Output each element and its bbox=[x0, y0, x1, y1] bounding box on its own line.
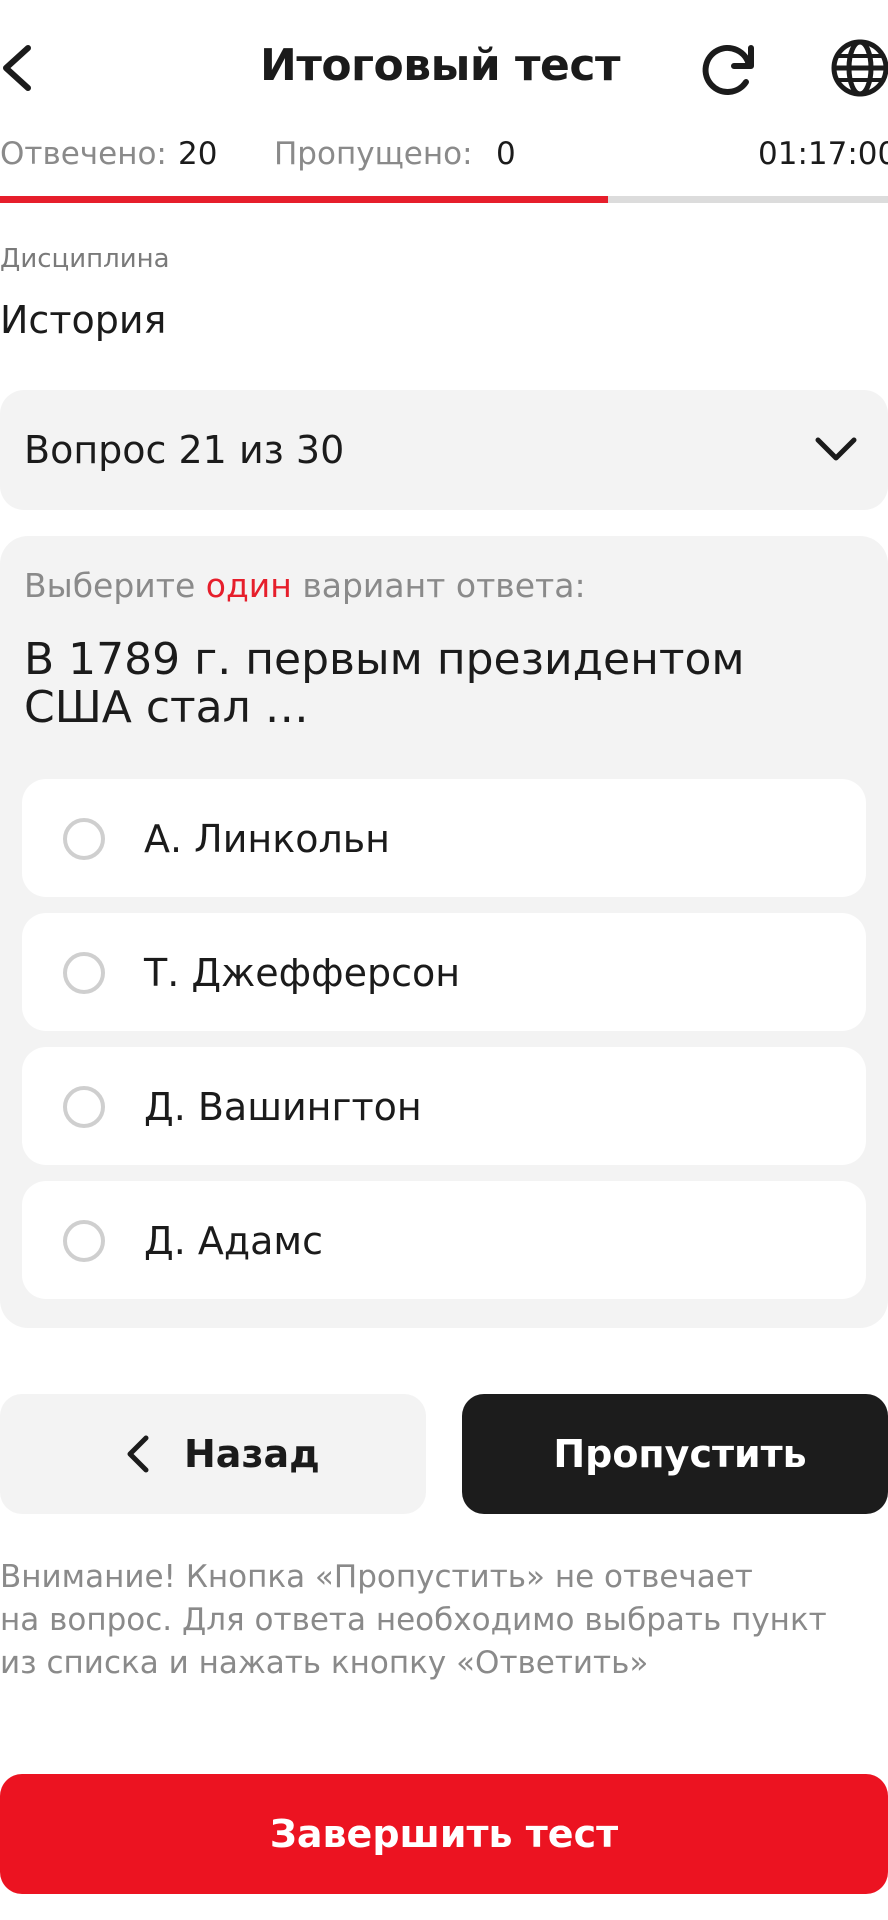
skipped-label: Пропущено: bbox=[274, 136, 473, 172]
progress-bar bbox=[0, 196, 888, 203]
warning-note: Внимание! Кнопка «Пропустить» не отвечае… bbox=[0, 1556, 888, 1685]
instruction-prefix: Выберите bbox=[24, 566, 196, 605]
chevron-left-icon bbox=[3, 45, 31, 91]
language-button[interactable] bbox=[826, 36, 888, 100]
answered-label: Отвечено: bbox=[0, 136, 167, 172]
question-text: В 1789 г. первым президентом США стал … bbox=[24, 634, 745, 733]
globe-icon bbox=[831, 39, 888, 97]
answered-count: 20 bbox=[178, 136, 218, 172]
chevron-down-icon bbox=[815, 437, 857, 461]
answer-option-label: Т. Джефферсон bbox=[144, 951, 461, 995]
skip-button[interactable]: Пропустить bbox=[462, 1394, 888, 1514]
radio-button[interactable] bbox=[63, 1220, 105, 1262]
refresh-button[interactable] bbox=[698, 38, 762, 102]
answer-option[interactable]: Т. Джефферсон bbox=[22, 913, 866, 1031]
radio-button[interactable] bbox=[63, 1086, 105, 1128]
back-button[interactable]: Назад bbox=[0, 1394, 426, 1514]
finish-test-button[interactable]: Завершить тест bbox=[0, 1774, 888, 1894]
progress-fill bbox=[0, 196, 609, 203]
answer-option[interactable]: А. Линкольн bbox=[22, 779, 866, 897]
warning-note-line: Внимание! Кнопка «Пропустить» не отвечае… bbox=[0, 1559, 753, 1595]
back-button-label: Назад bbox=[184, 1432, 320, 1476]
question-selector-label: Вопрос 21 из 30 bbox=[24, 428, 345, 472]
discipline-label: Дисциплина bbox=[0, 244, 170, 274]
answer-option-label: Д. Адамс bbox=[144, 1219, 323, 1263]
answer-option-label: Д. Вашингтон bbox=[144, 1085, 422, 1129]
radio-button[interactable] bbox=[63, 818, 105, 860]
back-arrow-button[interactable] bbox=[0, 38, 50, 98]
timer: 01:17:00 bbox=[758, 136, 888, 172]
radio-button[interactable] bbox=[63, 952, 105, 994]
page-title: Итоговый тест bbox=[260, 40, 620, 91]
finish-test-label: Завершить тест bbox=[269, 1812, 619, 1856]
answer-option[interactable]: Д. Адамс bbox=[22, 1181, 866, 1299]
skipped-count: 0 bbox=[496, 136, 516, 172]
skip-button-label: Пропустить bbox=[553, 1432, 807, 1476]
instruction-accent: один bbox=[205, 566, 292, 605]
instruction-suffix: вариант ответа: bbox=[302, 566, 586, 605]
warning-note-line: из списка и нажать кнопку «Ответить» bbox=[0, 1645, 649, 1681]
answer-instruction: Выберите один вариант ответа: bbox=[24, 566, 586, 605]
question-card: Выберите один вариант ответа: В 1789 г. … bbox=[0, 536, 888, 1328]
top-bar: Итоговый тест bbox=[0, 0, 888, 130]
answer-option-label: А. Линкольн bbox=[144, 817, 390, 861]
discipline-value: История bbox=[0, 298, 167, 342]
chevron-left-icon bbox=[127, 1435, 149, 1473]
question-selector-dropdown[interactable]: Вопрос 21 из 30 bbox=[0, 390, 888, 510]
refresh-icon bbox=[702, 45, 754, 95]
answer-option[interactable]: Д. Вашингтон bbox=[22, 1047, 866, 1165]
warning-note-line: на вопрос. Для ответа необходимо выбрать… bbox=[0, 1602, 827, 1638]
test-stats: Отвечено: 20 Пропущено: 0 01:17:00 bbox=[0, 136, 888, 180]
